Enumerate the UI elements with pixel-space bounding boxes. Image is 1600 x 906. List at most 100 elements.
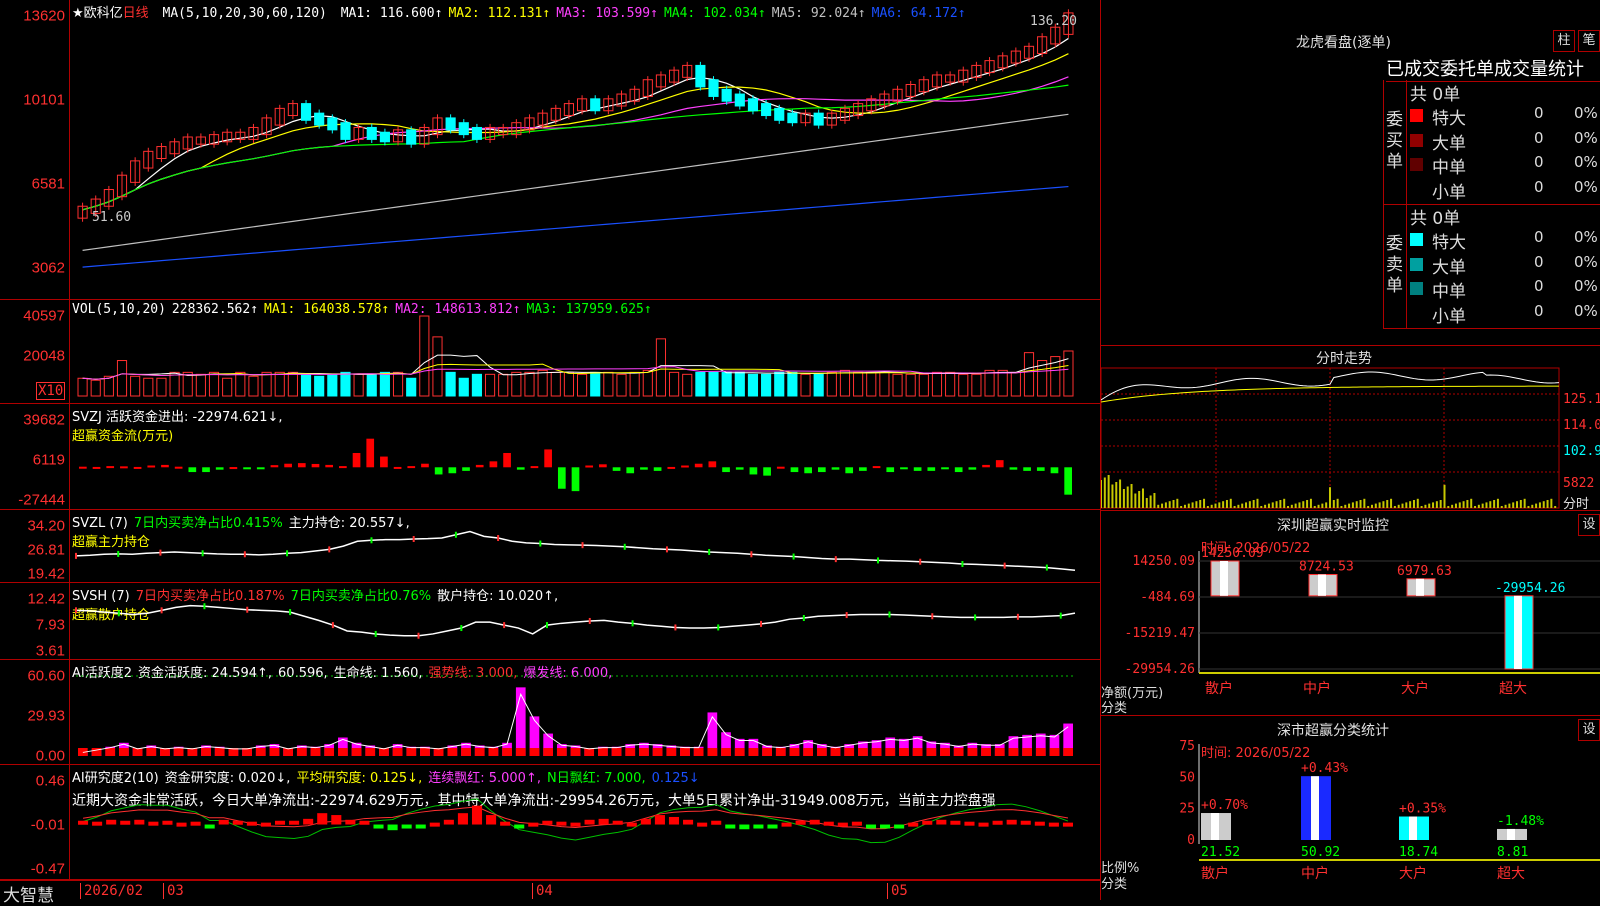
volume-bar [498,373,509,397]
szm-category-label: 中户 [1303,680,1331,697]
flow-bar [722,467,730,473]
szc-value-label: 50.92 [1301,845,1340,860]
sell-row-name: 小单 [1432,306,1466,327]
research-bar [1034,821,1045,826]
sz-monitor-panel[interactable]: 深圳超赢实时监控 设 时间: 2026/05/22 14250.09 -484.6… [1100,510,1600,716]
ai1-pane[interactable]: 60.60 29.93 0.00 AI活跃度2 资金活跃度: 24.594↑, 60… [0,660,1100,765]
intraday-ytick: 102.9 [1563,444,1600,459]
research-bar [120,820,131,825]
volume-bar [774,371,785,397]
intraday-chart[interactable] [1101,346,1600,511]
volume-bar [274,371,285,397]
flow-bar [790,467,799,473]
szm-category-label: 散户 [1205,680,1233,697]
activity-base-bar [269,748,280,756]
ai2-pane[interactable]: 0.46 -0.01 -0.47 AI研究度2(10) 资金研究度: 0.020↓… [0,765,1100,880]
research-bar [964,821,975,826]
intraday-ytick: 114.0 [1563,418,1600,433]
bar-mode-button[interactable]: 柱 [1553,30,1575,52]
flow-bar [462,467,470,471]
activity-base-bar [1063,748,1073,756]
volume-bar [537,369,548,397]
volume-chart[interactable] [0,300,1100,404]
volume-bar [379,371,390,397]
research-bar [500,821,511,826]
szm-ytick: -484.69 [1140,590,1195,605]
flow-bar [1050,467,1059,474]
activity-base-bar [858,748,868,756]
svzl-pane[interactable]: 34.20 26.81 19.42 SVZL (7) 7日内买卖净占比0.415%… [0,510,1100,583]
sell-swatch [1410,233,1423,246]
volume-bar [945,371,956,397]
intraday-panel[interactable]: 分时走势 125.1 114.0 102.9 5822 分时 [1100,345,1600,512]
sz-monitor-chart[interactable]: 14250.09 -484.69 -15219.47 -29954.26 14250.0… [1101,511,1600,716]
activity-base-bar [734,748,745,756]
szm-bar-label: 6979.63 [1397,564,1452,579]
capital-flow-chart[interactable] [0,404,1100,510]
volume-bar [103,375,114,397]
buy-row-name: 特大 [1432,109,1466,129]
flow-bar [407,466,416,469]
volume-bar [577,373,588,397]
buy-row-pct: 0% [1574,153,1598,171]
volume-bar [905,373,916,397]
volume-bar [458,377,469,397]
ai-activity-chart[interactable] [0,660,1100,765]
volume-bar [879,371,890,397]
volume-bar [826,371,837,397]
buy-row-count: 0 [1534,128,1544,147]
activity-base-bar [1022,748,1032,756]
svzj-pane[interactable]: 39682 6119 -27444 SVZJ 活跃资金进出: -22974.62… [0,404,1100,510]
candlestick-chart[interactable] [0,0,1100,300]
research-bar [598,818,609,825]
main-holding-chart[interactable] [0,510,1100,583]
flow-bar [982,464,990,468]
activity-base-bar [611,748,622,756]
tick-mode-button[interactable]: 笔 [1578,30,1600,52]
activity-base-bar [981,748,991,756]
szc-ytick: 0 [1187,833,1195,848]
sell-swatch [1410,257,1423,271]
longhu-title: 龙虎看盘(逐单) [1296,35,1391,51]
flow-bar [188,467,197,473]
candlestick-pane[interactable]: 13620 10101 6581 3062 ★欧科亿日线 MA(5,10,20,… [0,0,1100,300]
volume-pane[interactable]: 40597 20048 X10 VOL(5,10,20) 228362.562↑ M… [0,300,1100,404]
activity-base-bar [762,748,772,756]
flow-bar [776,466,785,469]
research-bar [767,824,778,829]
sz-class-chart[interactable]: 75 50 25 0 +0.70% 21.52 散户 +0.43% 50.92 中户 +0.35% 1… [1101,716,1600,901]
activity-base-bar [707,748,718,756]
ai-research-chart[interactable] [0,765,1100,880]
szc-category-label: 中户 [1301,865,1329,882]
buy-divider [1406,80,1407,204]
flow-bar [859,467,867,471]
research-bar [148,821,159,826]
research-bar [1006,819,1017,825]
flow-bar [667,466,676,469]
ma-line-3 [82,76,1069,211]
retail-holding-chart[interactable] [0,583,1100,660]
activity-base-bar [146,748,157,756]
buy-row-count: 0 [1534,177,1544,196]
candle [300,103,312,121]
intraday-ytick: 5822 [1563,476,1595,491]
flow-bar [243,467,251,470]
candle [366,126,377,140]
szc-bar-highlight [1311,776,1319,840]
research-bar [443,819,454,825]
research-bar [1062,822,1073,827]
activity-base-bar [255,748,266,756]
activity-base-bar [461,748,471,756]
activity-base-bar [775,748,786,756]
activity-base-bar [556,748,567,756]
activity-base-bar [639,748,649,756]
activity-base-bar [625,748,636,756]
flow-bar [366,438,375,468]
research-bar [359,820,370,825]
szc-category-label: 散户 [1201,865,1229,882]
volume-bar [392,371,404,397]
research-bar [232,820,243,825]
sell-swatch [1410,306,1423,320]
sz-class-panel[interactable]: 深市超赢分类统计 设 时间: 2026/05/22 75 50 25 0 +0.70% 2… [1100,715,1600,900]
svsh-pane[interactable]: 12.42 7.93 3.61 SVSH (7) 7日内买卖净占比0.187% 7日… [0,583,1100,660]
